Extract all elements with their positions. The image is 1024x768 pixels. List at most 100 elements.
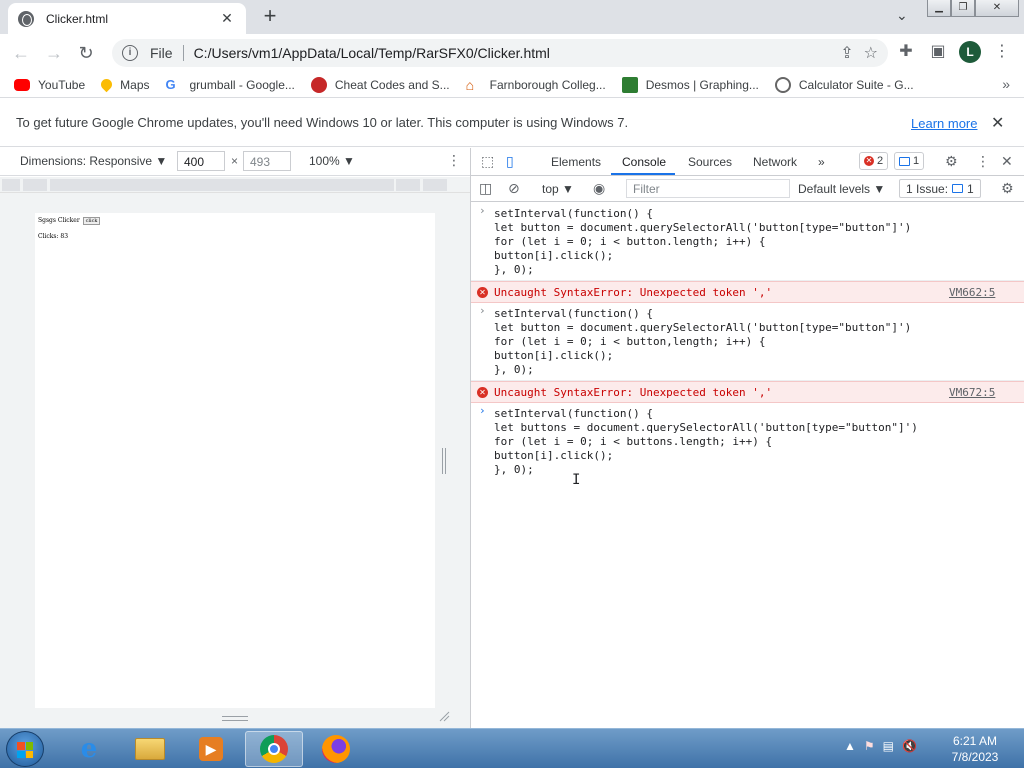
device-toggle-icon[interactable]: ▯ [506, 153, 514, 170]
page-heading: Sgsgs Clicker click [38, 217, 101, 225]
issues-count: 1 [967, 181, 974, 196]
context-select[interactable]: top ▼ [542, 182, 574, 196]
tab-strip: Clicker.html ✕ + ⌄ ▁ ❐ ✕ [0, 0, 1024, 34]
clear-console-icon[interactable]: ⊘ [508, 180, 520, 197]
restore-button[interactable]: ❐ [951, 0, 975, 17]
profile-avatar[interactable]: L [959, 41, 981, 63]
bookmark-calculator-suite[interactable]: Calculator Suite - G... [774, 76, 914, 93]
viewport-right-resize-handle[interactable] [442, 448, 446, 474]
chrome-icon[interactable] [245, 731, 303, 767]
extensions-puzzle-icon[interactable]: ✚ [895, 41, 917, 63]
window-controls: ▁ ❐ ✕ [927, 0, 1019, 18]
close-window-button[interactable]: ✕ [975, 0, 1019, 17]
click-button[interactable]: click [82, 217, 101, 225]
sidebar-toggle-icon[interactable]: ◫ [479, 180, 492, 197]
show-hidden-icons-icon[interactable]: ▲ [844, 739, 856, 753]
console-settings-gear-icon[interactable]: ⚙ [1001, 180, 1014, 197]
close-infobar-icon[interactable]: ✕ [991, 113, 1004, 133]
gamepad-icon [310, 76, 327, 93]
bookmark-farnborough[interactable]: ⌂ Farnborough Colleg... [466, 77, 606, 93]
console-output[interactable]: › setInterval(function() {let button = d… [471, 203, 1024, 728]
forward-arrow-icon[interactable]: → [42, 41, 66, 65]
console-filter-input[interactable]: Filter [626, 179, 790, 198]
file-explorer-icon[interactable] [121, 731, 179, 767]
error-source-link[interactable]: VM672:5 [949, 386, 995, 399]
input-chevron-icon: › [479, 204, 486, 217]
viewport-bottom-resize-handle[interactable] [222, 716, 248, 721]
bookmark-desmos[interactable]: Desmos | Graphing... [621, 76, 759, 93]
tab-sources[interactable]: Sources [688, 155, 732, 169]
bookmark-cheat-codes[interactable]: Cheat Codes and S... [310, 76, 450, 93]
address-bar[interactable]: i File C:/Users/vm1/AppData/Local/Temp/R… [112, 39, 888, 67]
tab-console[interactable]: Console [622, 155, 666, 169]
start-button[interactable] [6, 731, 44, 767]
emulated-viewport-area: Sgsgs Clicker click Clicks: 83 [0, 193, 470, 728]
issues-button[interactable]: 1 Issue: 1 [899, 179, 981, 198]
message-icon [899, 156, 910, 166]
viewport-corner-resize-icon[interactable] [438, 710, 450, 722]
error-icon: ✕ [864, 156, 874, 166]
desmos-icon [621, 76, 638, 93]
menu-kebab-icon[interactable]: ⋮ [991, 41, 1013, 63]
devtools-kebab-icon[interactable]: ⋮ [976, 153, 990, 170]
console-code: setInterval(function() {let button = doc… [494, 307, 912, 376]
bookmark-youtube[interactable]: YouTube [14, 78, 85, 92]
media-query-ruler[interactable] [0, 177, 470, 193]
console-entry: › setInterval(function() {let button = d… [471, 303, 1024, 381]
info-icon[interactable]: i [122, 45, 138, 61]
learn-more-link[interactable]: Learn more [911, 116, 977, 131]
bookmark-grumball[interactable]: G grumball - Google... [166, 77, 295, 93]
issues-label: 1 Issue: [906, 181, 949, 196]
bookmark-label: Calculator Suite - G... [798, 77, 914, 92]
tab-clicker[interactable]: Clicker.html ✕ [8, 3, 246, 34]
times-sign: × [231, 154, 239, 168]
bookmark-star-icon[interactable]: ☆ [864, 43, 878, 63]
close-devtools-icon[interactable]: ✕ [1001, 153, 1013, 170]
maps-pin-icon [98, 76, 115, 93]
back-arrow-icon[interactable]: ← [9, 41, 33, 65]
tab-close-button[interactable]: ✕ [218, 10, 236, 27]
navigation-bar: ← → ↻ i File C:/Users/vm1/AppData/Local/… [0, 34, 1024, 72]
console-prompt-entry[interactable]: › setInterval(function() {let buttons = … [471, 403, 1024, 480]
settings-gear-icon[interactable]: ⚙ [945, 153, 958, 170]
dimensions-select[interactable]: Dimensions: Responsive ▼ [20, 154, 167, 168]
infobar-message: To get future Google Chrome updates, you… [16, 115, 629, 130]
bookmark-label: Maps [120, 77, 150, 92]
height-input[interactable]: 493 [243, 151, 291, 171]
volume-muted-icon[interactable]: 🔇 [902, 739, 917, 753]
more-tabs-chevron-icon[interactable]: » [818, 155, 825, 169]
error-source-link[interactable]: VM662:5 [949, 286, 995, 299]
side-panel-icon[interactable]: ▣ [927, 41, 949, 63]
globe-icon [18, 10, 34, 27]
taskbar-clock[interactable]: 6:21 AM 7/8/2023 [940, 733, 1010, 765]
clicks-counter: Clicks: 83 [38, 233, 69, 240]
page-title: Sgsgs Clicker [38, 217, 80, 224]
tab-network[interactable]: Network [753, 155, 797, 169]
message-count-badge[interactable]: 1 [894, 152, 925, 170]
device-menu-kebab-icon[interactable]: ⋮ [447, 152, 461, 169]
live-expression-eye-icon[interactable]: ◉ [593, 180, 605, 197]
inspect-element-icon[interactable]: ⬚ [481, 153, 494, 170]
bookmark-maps[interactable]: Maps [98, 76, 150, 93]
network-icon[interactable]: ▤ [883, 739, 894, 753]
share-icon[interactable]: ⇪ [840, 43, 853, 63]
console-input-code[interactable]: setInterval(function() {let buttons = do… [471, 403, 1024, 480]
firefox-icon[interactable] [307, 731, 365, 767]
reload-icon[interactable]: ↻ [74, 41, 98, 65]
log-levels-select[interactable]: Default levels ▼ [798, 182, 885, 196]
new-tab-button[interactable]: + [258, 4, 282, 28]
bookmark-label: Farnborough Colleg... [489, 77, 606, 92]
clock-time: 6:21 AM [952, 734, 998, 748]
tab-search-chevron-icon[interactable]: ⌄ [896, 7, 908, 24]
device-toolbar: Dimensions: Responsive ▼ 400 × 493 100% … [0, 148, 470, 176]
media-player-icon[interactable]: ▶ [182, 731, 240, 767]
internet-explorer-icon[interactable]: e [60, 731, 118, 767]
tab-elements[interactable]: Elements [551, 155, 601, 169]
action-center-flag-icon[interactable]: ⚑ [864, 739, 875, 753]
bookmarks-overflow-icon[interactable]: » [1002, 76, 1010, 92]
url-text[interactable]: C:/Users/vm1/AppData/Local/Temp/RarSFX0/… [194, 45, 550, 61]
zoom-select[interactable]: 100% ▼ [309, 154, 355, 168]
width-input[interactable]: 400 [177, 151, 225, 171]
minimize-button[interactable]: ▁ [927, 0, 951, 17]
error-count-badge[interactable]: ✕ 2 [859, 152, 889, 170]
